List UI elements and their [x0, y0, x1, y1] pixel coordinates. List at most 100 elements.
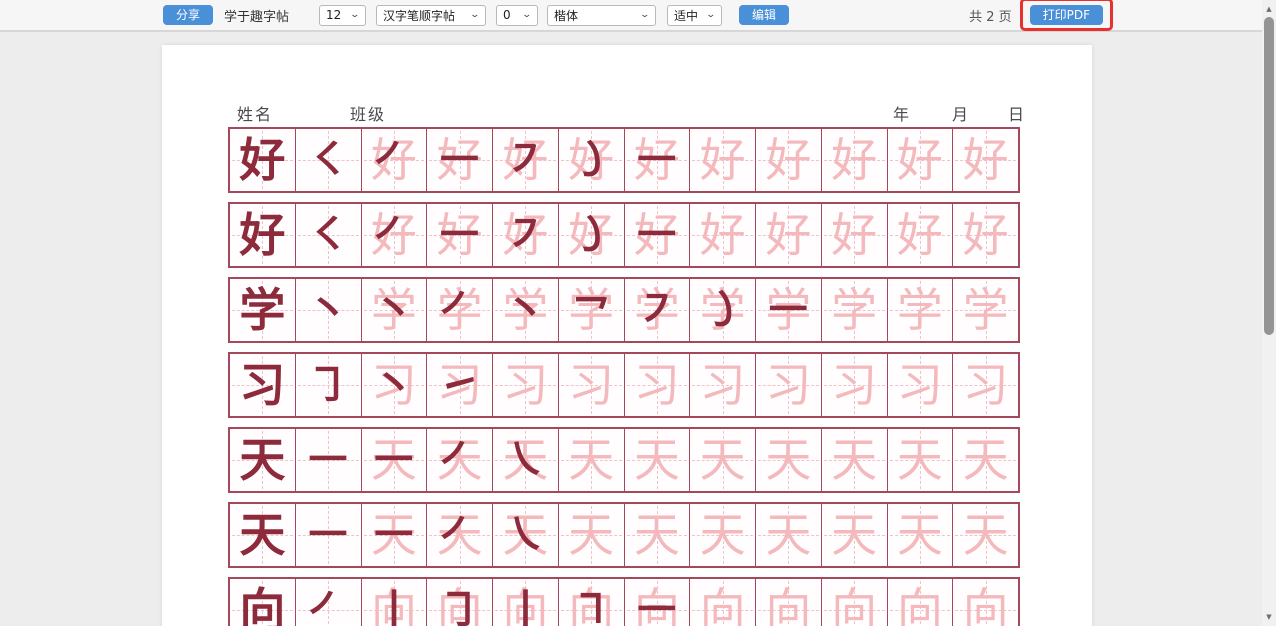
trace-character: 天	[625, 504, 690, 566]
trace-character: 习	[822, 354, 887, 416]
practice-cell: 习	[493, 354, 559, 416]
font-select[interactable]: 楷体 ⌄	[547, 5, 656, 26]
trace-character: 好	[822, 129, 887, 191]
practice-cell: ㇛	[296, 129, 362, 191]
practice-cell: 向㇑	[362, 579, 428, 626]
scrollbar[interactable]: ▲ ▼	[1262, 0, 1276, 626]
practice-cell: 天㇐	[362, 429, 428, 491]
stroke-order-glyph: ㇐	[427, 129, 492, 191]
practice-cell: 天	[756, 504, 822, 566]
trace-character: 习	[953, 354, 1018, 416]
practice-cell: 学㇖	[559, 279, 625, 341]
density-select[interactable]: 适中 ⌄	[667, 5, 722, 26]
practice-cell: 向㇆	[427, 579, 493, 626]
trace-character: 习	[559, 354, 624, 416]
practice-cell: 学丶	[362, 279, 428, 341]
practice-cell: 习	[822, 354, 888, 416]
stroke-order-glyph: ㇁	[559, 204, 624, 266]
practice-cell: 学㇐	[756, 279, 822, 341]
trace-character: 好	[690, 129, 755, 191]
practice-cell: 学	[953, 279, 1018, 341]
trace-character: 向	[888, 579, 953, 626]
practice-cell: 好㇐	[427, 129, 493, 191]
practice-cell: 向	[888, 579, 954, 626]
practice-cell: ㇛	[296, 204, 362, 266]
chevron-down-icon: ⌄	[350, 10, 361, 20]
density-select-value: 适中	[674, 7, 698, 24]
offset-select-value: 0	[503, 8, 511, 22]
trace-character: 好	[953, 129, 1018, 191]
practice-cell: 好㇁	[559, 129, 625, 191]
stroke-order-glyph: ㇀	[427, 354, 492, 416]
brand-label: 学于趣字帖	[224, 6, 289, 25]
trace-character: 习	[493, 354, 558, 416]
trace-character: 好	[888, 204, 953, 266]
practice-cell: 天	[953, 429, 1018, 491]
model-character: 天	[230, 504, 295, 566]
practice-cell: 向㇐	[625, 579, 691, 626]
practice-cell: 向㇑	[493, 579, 559, 626]
practice-cell: 天㇒	[427, 504, 493, 566]
edit-button[interactable]: 编辑	[739, 5, 789, 25]
trace-character: 好	[756, 129, 821, 191]
practice-cell: 天㇒	[427, 429, 493, 491]
chevron-down-icon: ⌄	[470, 10, 481, 20]
practice-cell: ㇐	[296, 504, 362, 566]
practice-cell: 天	[230, 429, 296, 491]
month-label: 月	[952, 101, 970, 125]
print-pdf-button[interactable]: 打印PDF	[1030, 5, 1103, 25]
trace-character: 好	[888, 129, 953, 191]
stroke-order-glyph: ㇐	[427, 204, 492, 266]
trace-character: 习	[888, 354, 953, 416]
stroke-order-glyph: ㇖	[559, 279, 624, 341]
practice-cell: 好	[756, 204, 822, 266]
practice-cell: 好㇐	[625, 204, 691, 266]
practice-cell: 天	[690, 429, 756, 491]
size-select[interactable]: 12 ⌄	[319, 5, 366, 26]
page-count-label: 共 2 页	[969, 6, 1012, 25]
size-select-value: 12	[326, 8, 341, 22]
practice-cell: 天	[230, 504, 296, 566]
practice-cell: 好	[690, 204, 756, 266]
practice-cell: 好	[888, 129, 954, 191]
stroke-order-glyph: 丶	[296, 279, 361, 341]
trace-character: 天	[625, 429, 690, 491]
day-label: 日	[1008, 101, 1026, 125]
stroke-order-glyph: ㇐	[362, 504, 427, 566]
practice-cell: 天㇏	[493, 504, 559, 566]
practice-row: 向㇒向㇑向㇆向㇑向㇕向㇐向向向向向	[228, 577, 1020, 626]
scrollbar-thumb[interactable]	[1264, 17, 1274, 335]
practice-cell: 学	[230, 279, 296, 341]
stroke-order-glyph: ㇑	[493, 579, 558, 626]
practice-cell: 天	[888, 429, 954, 491]
offset-select[interactable]: 0 ⌄	[496, 5, 538, 26]
stroke-order-glyph: ㇒	[362, 129, 427, 191]
trace-character: 天	[756, 504, 821, 566]
practice-cell: 学㇒	[427, 279, 493, 341]
practice-cell: 向	[230, 579, 296, 626]
template-select[interactable]: 汉字笔顺字帖 ⌄	[376, 5, 486, 26]
scroll-down-icon[interactable]: ▼	[1262, 610, 1276, 624]
practice-cell: 天㇏	[493, 429, 559, 491]
practice-cell: 天	[625, 429, 691, 491]
scroll-up-icon[interactable]: ▲	[1262, 2, 1276, 16]
practice-cell: 向	[822, 579, 888, 626]
practice-cell: 习	[625, 354, 691, 416]
stroke-order-glyph: ㇐	[756, 279, 821, 341]
stroke-order-glyph: ㇑	[362, 579, 427, 626]
practice-cell: ㇆	[296, 354, 362, 416]
sheet-header: 姓名 班级 年 月 日	[162, 101, 1092, 121]
stroke-order-glyph: ㇇	[493, 204, 558, 266]
trace-character: 天	[888, 504, 953, 566]
trace-character: 向	[690, 579, 755, 626]
practice-cell: 好㇇	[493, 129, 559, 191]
practice-cell: 好㇐	[427, 204, 493, 266]
stroke-order-glyph: ㇒	[427, 504, 492, 566]
practice-cell: ㇒	[296, 579, 362, 626]
practice-cell: 习㇀	[427, 354, 493, 416]
stroke-order-glyph: ㇁	[559, 129, 624, 191]
trace-character: 习	[756, 354, 821, 416]
font-select-value: 楷体	[554, 7, 578, 24]
share-button[interactable]: 分享	[163, 5, 213, 25]
stroke-order-glyph: ㇇	[493, 129, 558, 191]
